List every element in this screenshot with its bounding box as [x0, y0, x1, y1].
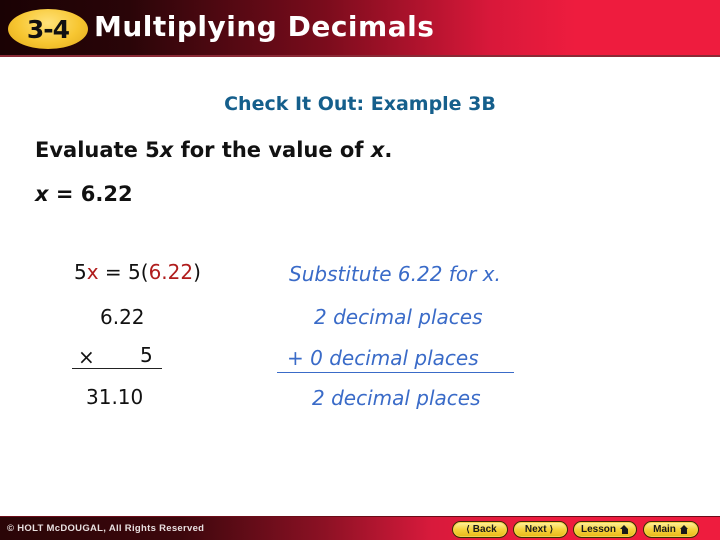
chevron-right-icon: ⟩: [549, 524, 554, 534]
substitution-step: 5x = 5(6.22): [74, 260, 201, 284]
next-button-label: Next: [524, 524, 547, 535]
times-sign: ×: [78, 345, 95, 369]
equation-text: = 5(: [98, 260, 149, 284]
main-button[interactable]: Main: [643, 521, 699, 538]
factor-2: 5: [140, 343, 153, 367]
chevron-left-icon: ⟨: [466, 524, 470, 534]
back-button[interactable]: ⟨ Back: [452, 521, 508, 538]
multiplication-rule: [72, 368, 162, 369]
substituted-variable: x: [86, 260, 99, 284]
factor-2-note: + 0 decimal places: [287, 346, 479, 370]
prompt-variable-2: x: [370, 138, 385, 162]
lesson-title: Multiplying Decimals: [94, 10, 435, 43]
main-button-label: Main: [653, 524, 676, 535]
product: 31.10: [86, 385, 144, 409]
example-subtitle-text: Check It Out: Example 3B: [224, 93, 496, 115]
header-bar: 3-4 Multiplying Decimals: [0, 0, 720, 57]
next-button[interactable]: Next ⟩: [513, 521, 568, 538]
factor-1: 6.22: [100, 305, 145, 329]
closing-paren: ): [193, 260, 201, 284]
home-icon: [679, 525, 689, 534]
lesson-button[interactable]: Lesson: [573, 521, 637, 538]
home-icon: [620, 525, 629, 534]
substituted-value: 6.22: [148, 260, 194, 284]
prompt-text-2: for the value of: [173, 138, 371, 162]
footer-bar: © HOLT McDOUGAL, All Rights Reserved ⟨ B…: [0, 516, 720, 540]
given-variable: x: [35, 182, 49, 206]
substitution-note: Substitute 6.22 for x.: [289, 262, 501, 286]
coefficient: 5: [74, 260, 87, 284]
lesson-button-label: Lesson: [580, 524, 616, 535]
example-subtitle: Check It Out: Example 3B: [0, 93, 720, 115]
given-value: x = 6.22: [35, 182, 133, 206]
lesson-number-badge: 3-4: [8, 9, 88, 49]
product-note: 2 decimal places: [312, 386, 481, 410]
given-value-text: = 6.22: [48, 182, 133, 206]
back-button-label: Back: [472, 524, 497, 535]
prompt-text-1: Evaluate 5: [35, 138, 160, 162]
copyright-text: © HOLT McDOUGAL, All Rights Reserved: [7, 523, 205, 534]
prompt-text-3: .: [384, 138, 393, 162]
factor-1-note: 2 decimal places: [314, 305, 483, 329]
problem-prompt: Evaluate 5x for the value of x.: [35, 138, 392, 162]
prompt-variable: x: [159, 138, 174, 162]
notes-sum-rule: [277, 372, 514, 373]
